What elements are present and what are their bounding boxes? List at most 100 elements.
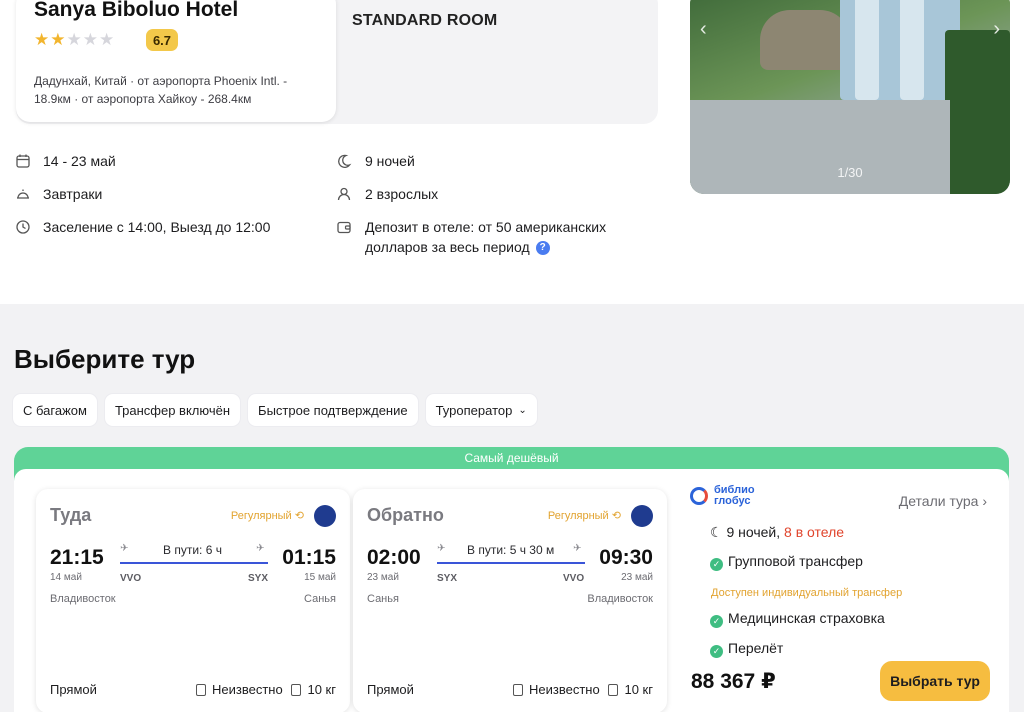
hand-bag-icon bbox=[291, 684, 302, 696]
hotel-location: Дадунхай, Китай · от аэропорта Phoenix I… bbox=[34, 74, 288, 106]
arrival-time: 09:30 bbox=[599, 546, 653, 569]
check-icon: ✓ bbox=[710, 558, 723, 571]
dates-text: 14 - 23 май bbox=[43, 153, 116, 169]
filter-label: Туроператор bbox=[435, 402, 513, 418]
clock-icon bbox=[16, 220, 30, 234]
arrival-code: SYX bbox=[248, 573, 269, 584]
chevron-right-icon[interactable]: › bbox=[993, 18, 1000, 41]
airline-logo bbox=[631, 505, 653, 527]
filter-label: Быстрое подтверждение bbox=[258, 402, 408, 418]
flight-type-label: Регулярный bbox=[547, 510, 609, 522]
hand-bag-icon bbox=[608, 684, 619, 696]
hand-luggage-label: 10 кг bbox=[624, 682, 653, 697]
star-icon: ★ bbox=[99, 30, 115, 49]
operator-name-line: глобус bbox=[714, 495, 751, 507]
nights-text: 9 ночей bbox=[365, 153, 415, 169]
inclusion-insurance: ✓ Медицинская страховка bbox=[710, 610, 885, 628]
tour-nights: ☾ 9 ночей, 8 в отеле bbox=[710, 524, 844, 541]
filter-label: Трансфер включён bbox=[114, 402, 231, 418]
flight-duration: В пути: 6 ч bbox=[163, 543, 222, 557]
arrival-city: Владивосток bbox=[587, 593, 653, 605]
question-icon[interactable]: ? bbox=[535, 241, 550, 256]
arrival-city: Санья bbox=[304, 593, 336, 605]
departure-city: Санья bbox=[367, 593, 399, 605]
hotel-card: Sanya Biboluo Hotel ★ ★ ★ ★ ★ 6.7 Дадунх… bbox=[16, 0, 336, 122]
nights-in-hotel: 8 в отеле bbox=[784, 524, 845, 540]
filter-operator[interactable]: Туроператор ⌄ bbox=[425, 394, 537, 426]
inclusion-flight: ✓ Перелёт bbox=[710, 640, 783, 658]
offer-body: Туда Регулярный ⟲ 21:15 14 май Владивост… bbox=[14, 469, 1009, 712]
landing-icon: ✈ bbox=[256, 543, 265, 554]
departure-date: 14 май bbox=[50, 572, 82, 583]
checkin-text: Заселение с 14:00, Выезд до 12:00 bbox=[43, 219, 271, 235]
nights-count: 9 ночей, bbox=[726, 524, 781, 540]
departure-city: Владивосток bbox=[50, 593, 116, 605]
chevron-down-icon: ⌄ bbox=[518, 404, 527, 416]
departure-code: VVO bbox=[120, 573, 142, 584]
hotel-name[interactable]: Sanya Biboluo Hotel bbox=[34, 0, 238, 22]
hand-luggage-info: 10 кг bbox=[291, 682, 336, 697]
baggage-info: Неизвестно bbox=[513, 682, 600, 697]
tour-details-label: Детали тура bbox=[898, 493, 979, 509]
flight-leg-return[interactable]: Обратно Регулярный ⟲ 02:00 23 май Санья … bbox=[353, 489, 667, 712]
chevron-left-icon[interactable]: ‹ bbox=[700, 18, 707, 41]
operator-mark-icon bbox=[690, 487, 708, 505]
room-title: STANDARD ROOM bbox=[352, 12, 498, 29]
arrival-date: 23 май bbox=[621, 572, 653, 583]
arrival-time: 01:15 bbox=[282, 546, 336, 569]
departure-date: 23 май bbox=[367, 572, 399, 583]
inclusion-label: Медицинская страховка bbox=[728, 610, 885, 626]
stops-text: Прямой bbox=[50, 682, 97, 697]
photo-counter: 1/30 bbox=[837, 165, 863, 180]
flight-type: Регулярный ⟲ bbox=[230, 510, 304, 522]
meals-text: Завтраки bbox=[43, 186, 103, 202]
stops-text: Прямой bbox=[367, 682, 414, 697]
inclusion-label: Перелёт bbox=[728, 640, 784, 656]
suitcase-icon bbox=[513, 684, 523, 696]
leg-title: Туда bbox=[50, 505, 92, 525]
departure-code: SYX bbox=[437, 573, 458, 584]
hotel-photo-carousel[interactable]: ‹ › 1/30 bbox=[690, 0, 1010, 194]
flight-duration: В пути: 5 ч 30 м bbox=[467, 543, 555, 557]
takeoff-icon: ✈ bbox=[120, 543, 129, 554]
filter-baggage[interactable]: С багажом bbox=[13, 394, 97, 426]
star-icon: ★ bbox=[82, 30, 98, 49]
hotel-section: Sanya Biboluo Hotel ★ ★ ★ ★ ★ 6.7 Дадунх… bbox=[0, 0, 1024, 304]
cheapest-banner: Самый дешёвый bbox=[464, 451, 559, 465]
meal-icon bbox=[17, 189, 29, 199]
departure-time: 02:00 bbox=[367, 546, 421, 569]
baggage-label: Неизвестно bbox=[212, 682, 283, 697]
flight-type: Регулярный ⟲ bbox=[547, 510, 621, 522]
operator-name: библио глобус bbox=[714, 485, 755, 507]
filter-fast-confirm[interactable]: Быстрое подтверждение bbox=[248, 394, 418, 426]
leg-title: Обратно bbox=[367, 505, 444, 525]
operator-logo: библио глобус bbox=[690, 485, 755, 507]
filter-label: С багажом bbox=[23, 402, 87, 418]
hand-luggage-label: 10 кг bbox=[307, 682, 336, 697]
inclusion-label: Групповой трансфер bbox=[728, 553, 863, 569]
filter-transfer[interactable]: Трансфер включён bbox=[104, 394, 241, 426]
chevron-right-icon: › bbox=[982, 493, 987, 509]
wallet-icon bbox=[337, 221, 351, 234]
flight-type-label: Регулярный bbox=[230, 510, 292, 522]
tour-offer-card: Самый дешёвый Туда Регулярный ⟲ 21:15 14… bbox=[14, 447, 1009, 712]
inclusion-transfer: ✓ Групповой трансфер bbox=[710, 553, 863, 571]
choose-tour-button[interactable]: Выбрать тур bbox=[880, 661, 990, 701]
star-icon: ★ bbox=[34, 30, 50, 49]
route-line bbox=[437, 562, 585, 564]
baggage-info: Неизвестно bbox=[196, 682, 283, 697]
star-icon: ★ bbox=[66, 30, 82, 49]
landing-icon: ✈ bbox=[573, 543, 582, 554]
flight-leg-outbound[interactable]: Туда Регулярный ⟲ 21:15 14 май Владивост… bbox=[36, 489, 350, 712]
moon-icon bbox=[338, 154, 352, 168]
suitcase-icon bbox=[196, 684, 206, 696]
hotel-stars: ★ ★ ★ ★ ★ bbox=[34, 30, 115, 49]
calendar-icon bbox=[16, 154, 30, 168]
check-icon: ✓ bbox=[710, 645, 723, 658]
filter-bar: С багажом Трансфер включён Быстрое подтв… bbox=[13, 394, 537, 426]
transfer-note[interactable]: Доступен индивидуальный трансфер bbox=[711, 587, 902, 599]
route-line bbox=[120, 562, 268, 564]
arrival-code: VVO bbox=[563, 573, 585, 584]
deposit-text: Депозит в отеле: от 50 американских долл… bbox=[365, 217, 635, 257]
tour-details-link[interactable]: Детали тура › bbox=[899, 493, 987, 509]
